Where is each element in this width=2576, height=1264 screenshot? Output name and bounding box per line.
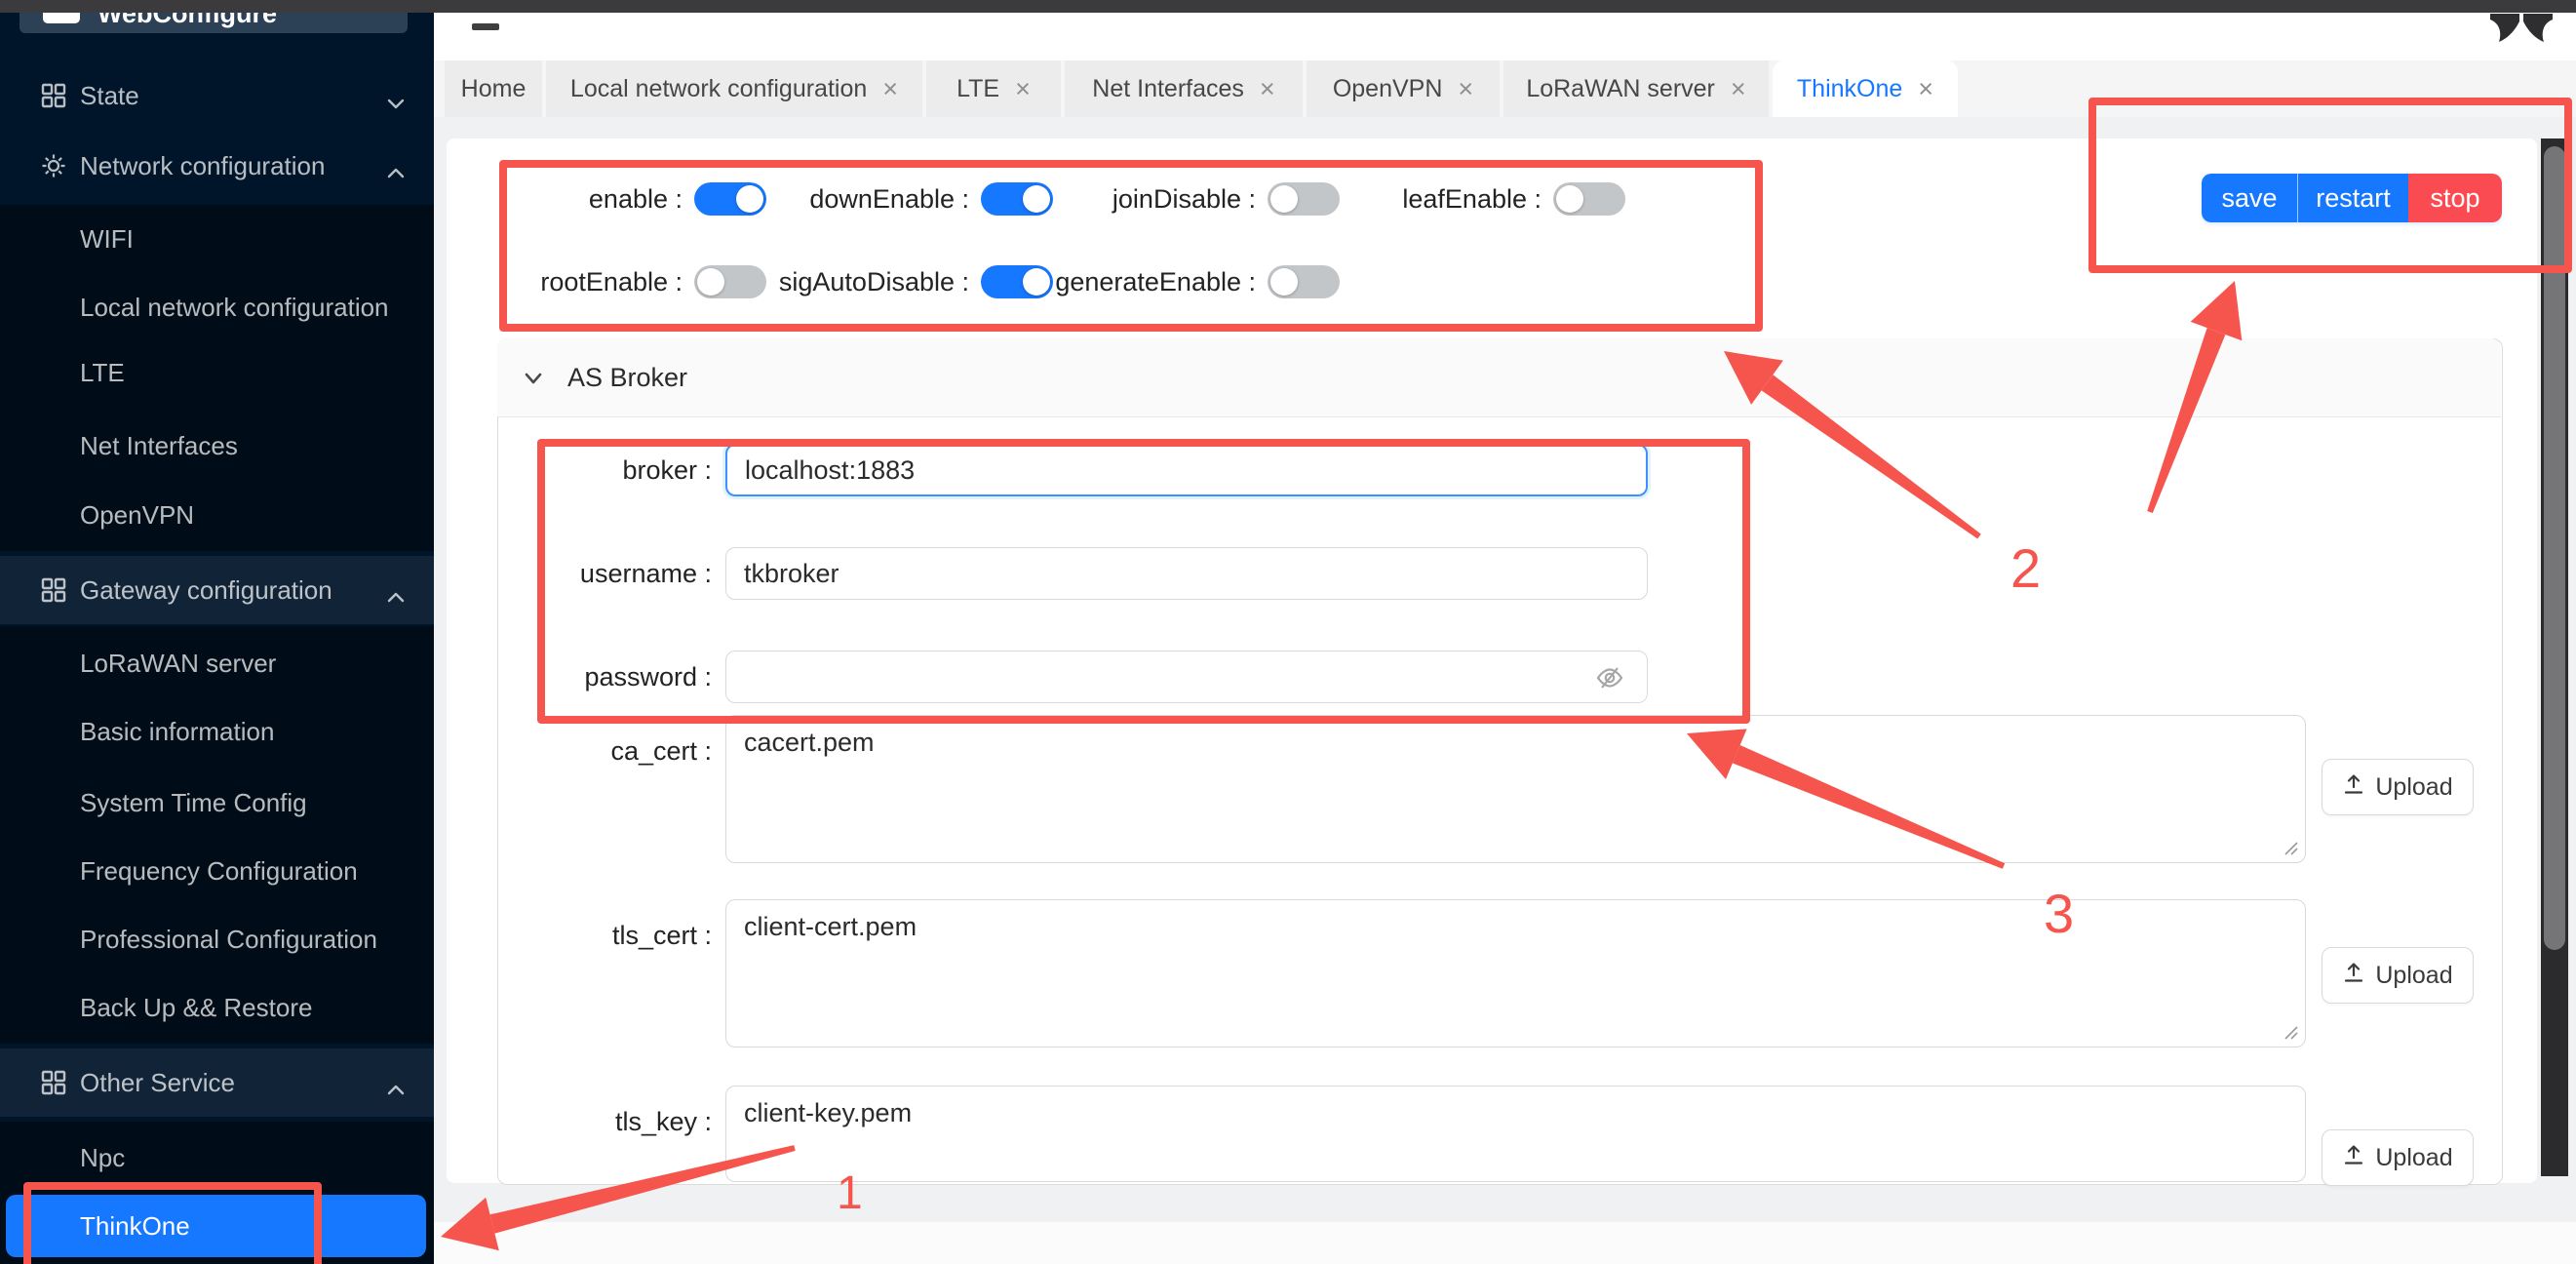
app-root: ••• WebConfigure State Network configura… (0, 0, 2576, 1264)
ca-cert-label: ca_cert : (468, 734, 712, 768)
sidebar-item-other-service[interactable]: Other Service (0, 1048, 434, 1117)
upload-icon (2342, 1143, 2365, 1173)
sidebar-item-professional-configuration[interactable]: Professional Configuration (0, 905, 434, 973)
ca-cert-upload-button[interactable]: Upload (2322, 759, 2474, 815)
sidebar-item-label: State (80, 61, 139, 130)
panel-title: AS Broker (567, 338, 687, 416)
gear-icon (41, 153, 66, 178)
sidebar-item-label: Net Interfaces (80, 412, 238, 480)
tab-label: LTE (956, 75, 999, 103)
chevron-up-icon (386, 582, 406, 598)
top-strip (0, 0, 2576, 13)
sidebar-item-net-interfaces[interactable]: Net Interfaces (0, 412, 434, 480)
sidebar-item-state[interactable]: State (0, 61, 434, 130)
sidebar-item-label: WIFI (80, 205, 134, 273)
annotation-box-broker-fields (537, 439, 1750, 724)
annotation-box-thinkone (23, 1182, 322, 1264)
grid-icon (41, 1070, 66, 1095)
sidebar-item-network-configuration[interactable]: Network configuration (0, 132, 434, 200)
grid-icon (41, 83, 66, 108)
tls-cert-label: tls_cert : (468, 919, 712, 952)
tab-label: Home (461, 75, 527, 103)
sidebar-item-label: Network configuration (80, 132, 325, 200)
sidebar-item-label: LTE (80, 338, 125, 407)
tls-cert-upload-button[interactable]: Upload (2322, 947, 2474, 1004)
sidebar-item-label: OpenVPN (80, 481, 194, 549)
close-icon[interactable]: × (1260, 76, 1275, 102)
header-icons[interactable] (2478, 10, 2560, 52)
resize-handle-icon[interactable] (2282, 1023, 2299, 1046)
sidebar-item-label: System Time Config (80, 769, 307, 837)
close-icon[interactable]: × (1731, 76, 1746, 102)
tls-key-label: tls_key : (468, 1105, 712, 1138)
sidebar-item-backup-restore[interactable]: Back Up && Restore (0, 973, 434, 1042)
user-icon (2523, 14, 2553, 42)
tab-home[interactable]: Home (445, 60, 542, 117)
sidebar-item-local-network-configuration[interactable]: Local network configuration (0, 273, 434, 341)
sidebar-item-lte[interactable]: LTE (0, 338, 434, 407)
tab-label: LoRaWAN server (1526, 75, 1715, 103)
close-icon[interactable]: × (1015, 76, 1031, 102)
upload-label: Upload (2375, 1144, 2452, 1172)
annotation-number-1: 1 (837, 1166, 863, 1220)
sidebar-item-label: Back Up && Restore (80, 973, 312, 1042)
tab-local-network-configuration[interactable]: Local network configuration × (546, 60, 922, 117)
grid-icon (41, 577, 66, 603)
annotation-box-toggles (499, 160, 1763, 332)
upload-icon (2342, 961, 2365, 991)
chevron-up-icon (386, 158, 406, 174)
tab-label: Local network configuration (570, 75, 867, 103)
sidebar-item-openvpn[interactable]: OpenVPN (0, 481, 434, 549)
sidebar-item-label: Local network configuration (80, 273, 389, 341)
close-icon[interactable]: × (1458, 76, 1473, 102)
sidebar-item-label: Gateway configuration (80, 556, 332, 624)
tab-thinkone[interactable]: ThinkOne × (1773, 60, 1958, 117)
resize-handle-icon[interactable] (2282, 839, 2299, 861)
sidebar-item-basic-information[interactable]: Basic information (0, 697, 434, 766)
sidebar-item-label: Other Service (80, 1048, 235, 1117)
ca-cert-textarea[interactable]: cacert.pem (725, 715, 2306, 863)
tls-key-upload-button[interactable]: Upload (2322, 1129, 2474, 1186)
notification-icon (2490, 14, 2519, 42)
tls-key-textarea[interactable]: client-key.pem (725, 1086, 2306, 1182)
collapse-chevron-icon[interactable] (521, 366, 546, 391)
hamburger-menu-icon[interactable] (472, 23, 499, 30)
tab-label: OpenVPN (1333, 75, 1443, 103)
sidebar-item-frequency-configuration[interactable]: Frequency Configuration (0, 837, 434, 905)
upload-label: Upload (2375, 773, 2452, 802)
sidebar-item-label: Basic information (80, 697, 274, 766)
tab-lorawan-server[interactable]: LoRaWAN server × (1503, 60, 1769, 117)
sidebar: ••• WebConfigure State Network configura… (0, 0, 434, 1264)
sidebar-item-wifi[interactable]: WIFI (0, 205, 434, 273)
upload-label: Upload (2375, 962, 2452, 990)
tab-lte[interactable]: LTE × (926, 60, 1061, 117)
sidebar-item-label: Frequency Configuration (80, 837, 358, 905)
chevron-down-icon (386, 88, 406, 103)
tab-net-interfaces[interactable]: Net Interfaces × (1065, 60, 1303, 117)
annotation-box-actions (2088, 98, 2572, 273)
close-icon[interactable]: × (1918, 76, 1933, 102)
sidebar-item-gateway-configuration[interactable]: Gateway configuration (0, 556, 434, 624)
sidebar-item-label: Professional Configuration (80, 905, 377, 973)
sidebar-item-lorawan-server[interactable]: LoRaWAN server (0, 629, 434, 697)
sidebar-item-system-time-config[interactable]: System Time Config (0, 769, 434, 837)
as-broker-panel-header[interactable] (497, 338, 2501, 417)
close-icon[interactable]: × (882, 76, 898, 102)
tab-label: Net Interfaces (1092, 75, 1244, 103)
next-section-strip (434, 1222, 2576, 1264)
annotation-number-3: 3 (2044, 882, 2074, 945)
annotation-number-2: 2 (2010, 536, 2041, 600)
upload-icon (2342, 772, 2365, 803)
chevron-up-icon (386, 1075, 406, 1090)
tab-openvpn[interactable]: OpenVPN × (1307, 60, 1500, 117)
sidebar-item-label: LoRaWAN server (80, 629, 276, 697)
tab-label: ThinkOne (1797, 75, 1902, 103)
